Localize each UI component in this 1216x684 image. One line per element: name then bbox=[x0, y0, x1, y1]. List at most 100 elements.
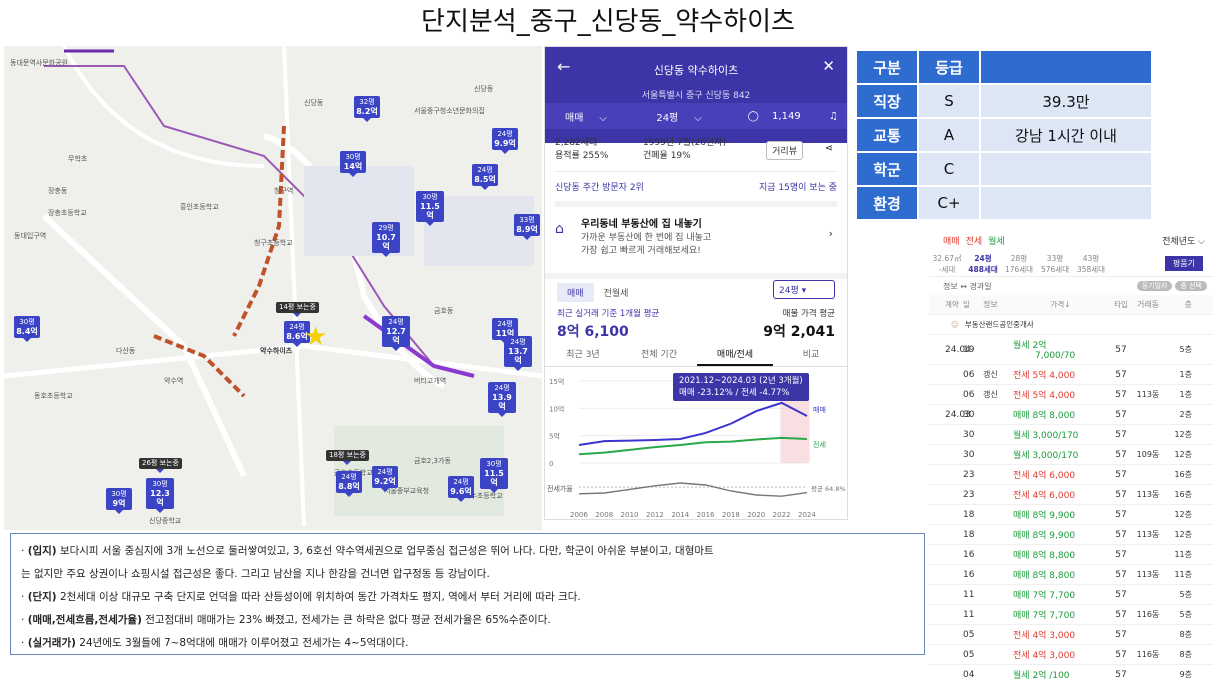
price-pin[interactable]: 30평 8.4억 bbox=[14, 316, 40, 342]
trade-day: 04 bbox=[963, 669, 975, 680]
seg-trade-tab[interactable]: 매매 bbox=[557, 283, 594, 302]
trade-row[interactable]: 05 전세 4억 3,000 57 116동 8층 bbox=[929, 645, 1213, 665]
price-pin[interactable]: 24평 13.7억 bbox=[504, 336, 532, 371]
price-pin[interactable]: 30평 9억 bbox=[106, 488, 132, 514]
list-home-promo[interactable]: 우리동네 부동산에 집 내놓기 가까운 부동산에 한 번에 집 내놓고 가장 쉽… bbox=[555, 201, 837, 261]
agent-name[interactable]: 부동산랜드공인중개사 bbox=[965, 319, 1034, 330]
trade-row[interactable]: 24.04 19 월세 2억 7,000/70 57 5층 bbox=[929, 335, 1213, 365]
tab-recent-3y[interactable]: 최근 3년 bbox=[545, 347, 621, 366]
size-dropdown[interactable]: 24평 ▾ bbox=[773, 280, 835, 299]
price-pin[interactable]: 24평 12.7억 bbox=[382, 316, 410, 351]
size-select[interactable]: 24평 ⌵ bbox=[636, 109, 727, 124]
filter-jeonse[interactable]: 전세 bbox=[966, 234, 983, 247]
share-icon[interactable]: ⋖ bbox=[825, 143, 833, 154]
close-icon[interactable]: ✕ bbox=[822, 57, 835, 75]
price-pin[interactable]: 24평 8.5억 bbox=[472, 164, 498, 190]
col-header[interactable]: 가격↓ bbox=[1013, 299, 1108, 310]
y-tick-label: 0 bbox=[549, 460, 553, 468]
trade-history-panel: 매매 전세 월세 전체년도 ⌵ 32.67㎡ -세대 24평 488세대 28평 17… bbox=[929, 229, 1213, 684]
trade-row[interactable]: 06 갱신 전세 5억 4,000 57 1층 bbox=[929, 365, 1213, 385]
info-toggle[interactable]: 정보 ↔ 경과일 bbox=[943, 281, 992, 292]
panel-title: 신당동 약수하이츠 bbox=[653, 64, 739, 77]
grade-header bbox=[981, 51, 1151, 83]
price-pin[interactable]: 24평 13.9억 bbox=[488, 382, 516, 417]
price-pin[interactable]: 24평 9.6억 bbox=[448, 476, 474, 502]
y-tick-label: 15억 bbox=[549, 378, 564, 386]
filter-wolse[interactable]: 월세 bbox=[988, 234, 1005, 247]
price-pin[interactable]: 30평 14억 bbox=[340, 151, 366, 177]
trade-row[interactable]: 04 월세 2억 /100 57 9층 bbox=[929, 665, 1213, 684]
registry-date-chip[interactable]: 등기일자 bbox=[1136, 281, 1173, 291]
trade-amount: 7억 7,700 bbox=[1032, 591, 1076, 601]
visitors-now-link[interactable]: 지금 15명이 보는 중 bbox=[759, 180, 837, 193]
trade-row[interactable]: 24.03 30 매매 8억 8,000 57 2층 bbox=[929, 405, 1213, 425]
floor-ratio-text: 용적률 255% bbox=[555, 151, 609, 161]
back-arrow-icon[interactable]: ← bbox=[557, 57, 570, 76]
note-line: · (실거래가) 24년에도 3월들에 7~8억대에 매매가 이루어졌고 전세가… bbox=[21, 637, 409, 649]
trade-kind: 매매 bbox=[1013, 571, 1030, 581]
price-pin[interactable]: 30평 12.3억 bbox=[146, 478, 174, 513]
price-pin[interactable]: 32평 8.2억 bbox=[354, 96, 380, 122]
size-option[interactable]: 33평 576세대 bbox=[1037, 253, 1073, 275]
trade-row[interactable]: 16 매매 8억 8,800 57 113동 11층 bbox=[929, 565, 1213, 585]
size-option[interactable]: 28평 176세대 bbox=[1001, 253, 1037, 275]
trade-type: 57 bbox=[1115, 609, 1127, 620]
trade-kind: 전세 bbox=[1013, 371, 1030, 381]
map-label: 동대문역사문화공원 bbox=[10, 59, 68, 67]
price-pin[interactable]: 29평 10.7억 bbox=[372, 222, 400, 257]
trade-type-select[interactable]: 매매 ⌵ bbox=[545, 109, 636, 124]
trade-row[interactable]: 23 전세 4억 6,000 57 16층 bbox=[929, 465, 1213, 485]
map-label: 흥인초등학교 bbox=[180, 203, 219, 211]
trade-kind: 월세 bbox=[1013, 451, 1030, 461]
trade-row[interactable]: 16 매매 8억 8,800 57 11층 bbox=[929, 545, 1213, 565]
trade-row[interactable]: 18 매매 8억 9,900 57 12층 bbox=[929, 505, 1213, 525]
viewing-callout: 14평 보는중 bbox=[276, 302, 319, 317]
avg-price-value: 8억 6,100 bbox=[557, 324, 629, 340]
trade-day: 06 bbox=[963, 389, 975, 400]
trade-type: 57 bbox=[1115, 549, 1127, 560]
seg-rent-tab[interactable]: 전월세 bbox=[594, 283, 639, 302]
price-pin[interactable]: 30평 11.5억 bbox=[480, 458, 508, 493]
grade-row-label: 직장 bbox=[857, 85, 917, 117]
trade-row[interactable]: 30 월세 3,000/170 57 12층 bbox=[929, 425, 1213, 445]
street-view-button[interactable]: 거리뷰 bbox=[766, 141, 803, 160]
trade-kind: 매매 bbox=[1013, 411, 1030, 421]
trade-day: 30 bbox=[963, 429, 975, 440]
bell-icon[interactable]: ♫ bbox=[819, 111, 847, 122]
tab-all-period[interactable]: 전체 기간 bbox=[621, 347, 697, 366]
tab-compare[interactable]: 비교 bbox=[773, 347, 847, 366]
trade-row[interactable]: 18 매매 8억 9,900 57 113동 12층 bbox=[929, 525, 1213, 545]
promo-subtitle: 가장 쉽고 빠르게 거래해보세요! bbox=[581, 246, 701, 256]
size-option[interactable]: 24평 488세대 bbox=[965, 253, 1001, 275]
price-pin[interactable]: 24평 8.8억 bbox=[336, 471, 362, 497]
trade-row[interactable]: 11 매매 7억 7,700 57 5층 bbox=[929, 585, 1213, 605]
grade-header: 등급 bbox=[919, 51, 979, 83]
trade-floor: 12층 bbox=[1174, 530, 1192, 539]
price-pin[interactable]: 24평 9.9억 bbox=[492, 128, 518, 154]
size-option[interactable]: 43평 358세대 bbox=[1073, 253, 1109, 275]
trade-row[interactable]: 05 전세 4억 3,000 57 8층 bbox=[929, 625, 1213, 645]
trade-row[interactable]: 30 월세 3,000/170 57 109동 12층 bbox=[929, 445, 1213, 465]
trade-row[interactable]: 23 전세 4억 6,000 57 113동 16층 bbox=[929, 485, 1213, 505]
chart-tabs: 최근 3년 전체 기간 매매/전세 비교 bbox=[545, 347, 847, 367]
trade-row[interactable]: 06 갱신 전세 5억 4,000 57 113동 1층 bbox=[929, 385, 1213, 405]
comments-button[interactable]: ◯ 1,149 bbox=[728, 111, 819, 122]
tab-trade-rent[interactable]: 매매/전세 bbox=[697, 347, 773, 366]
map-label: 청구역 bbox=[274, 187, 294, 195]
trade-dong: 113동 bbox=[1136, 570, 1160, 579]
trade-row[interactable]: 11 매매 7억 7,700 57 116동 5층 bbox=[929, 605, 1213, 625]
grade-note bbox=[981, 187, 1151, 219]
filter-trade[interactable]: 매매 bbox=[943, 234, 960, 247]
map-view[interactable]: 동대문역사문화공원 신당동 흥인초등학교 무학초 신당동 장충동 장충초등학교 … bbox=[4, 46, 542, 530]
price-pin[interactable]: 33평 8.9억 bbox=[514, 214, 540, 240]
price-pin[interactable]: 24평 9.2억 bbox=[372, 466, 398, 492]
ratio-avg-label: 평균 64.8% bbox=[811, 484, 846, 493]
size-option[interactable]: 32.67㎡ -세대 bbox=[929, 253, 965, 275]
price-pin[interactable]: 30평 11.5억 bbox=[416, 191, 444, 226]
chevron-right-icon: › bbox=[828, 227, 833, 240]
select-chip[interactable]: 중 선택 bbox=[1175, 281, 1207, 291]
year-select[interactable]: 전체년도 ⌵ bbox=[1162, 234, 1205, 247]
pyeong-button[interactable]: 평품기 bbox=[1164, 256, 1203, 271]
grade-note: 강남 1시간 이내 bbox=[981, 119, 1151, 151]
trade-amount: 3,000/170 bbox=[1032, 431, 1079, 441]
